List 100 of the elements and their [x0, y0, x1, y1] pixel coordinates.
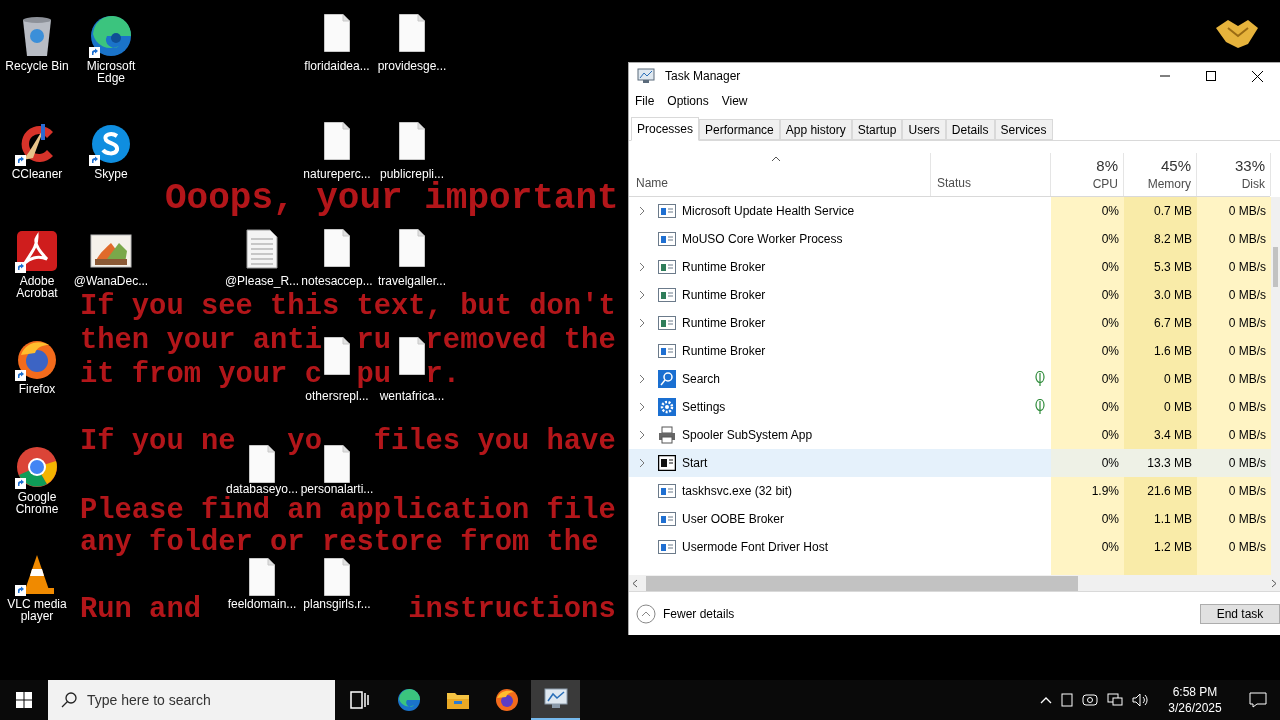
window-icon [658, 511, 676, 527]
wallpaper-text: removed the [425, 326, 616, 356]
column-header[interactable]: Disk [1241, 176, 1265, 192]
table-cell: 0 MB/s [1197, 477, 1271, 505]
chevron-right-icon[interactable] [639, 430, 645, 440]
table-cell: 6.7 MB [1124, 309, 1197, 337]
chevron-right-icon[interactable] [639, 290, 645, 300]
table-cell: 0 MB/s [1197, 365, 1271, 393]
icon-label[interactable]: publicrepli... [380, 168, 444, 180]
tablet-icon[interactable] [1061, 693, 1073, 707]
sort-up-icon[interactable] [771, 156, 781, 162]
scrollbar-thumb[interactable] [646, 575, 1078, 591]
icon-label[interactable]: Skype [94, 168, 128, 180]
icon-label[interactable]: Recycle Bin [5, 60, 69, 72]
table-cell: 0% [1051, 393, 1124, 421]
network-icon[interactable] [1107, 693, 1123, 707]
menu-item[interactable]: Options [667, 92, 709, 110]
icon-label[interactable]: floridaidea... [304, 60, 370, 72]
tab[interactable]: Services [994, 119, 1053, 140]
menu-item[interactable]: View [721, 92, 748, 110]
icon-label[interactable]: Firefox [18, 383, 56, 395]
chevron-right-icon[interactable] [639, 458, 645, 468]
icon-label[interactable]: CCleaner [11, 168, 63, 180]
process-name: Runtime Broker [682, 259, 766, 276]
table-cell: 13.3 MB [1124, 449, 1197, 477]
search-field[interactable]: Type here to search [48, 680, 335, 720]
task-view-icon [349, 691, 370, 709]
vertical-scrollbar[interactable] [1271, 197, 1280, 575]
column-header[interactable]: Status [937, 174, 972, 192]
window-icon [658, 483, 676, 499]
icon-label[interactable]: @WanaDec... [73, 275, 149, 287]
chevron-right-icon[interactable] [639, 402, 645, 412]
clock-date[interactable]: 3/26/2025 [1168, 700, 1222, 716]
folder-icon [445, 690, 470, 710]
icon-label[interactable]: natureperc... [303, 168, 371, 180]
tab[interactable]: Startup [851, 119, 903, 140]
table-cell: 0 MB [1124, 393, 1197, 421]
icon-label[interactable]: notesaccep... [301, 275, 373, 287]
process-name: Runtime Broker [682, 287, 766, 304]
close-icon [1251, 70, 1263, 82]
icon-label[interactable]: plansgirls.r... [303, 598, 371, 610]
chevron-right-icon[interactable] [639, 262, 645, 272]
icon-label[interactable]: feeldomain... [227, 598, 297, 610]
scrollbar-thumb[interactable] [1273, 247, 1278, 287]
icon-label[interactable]: wentafrica... [379, 390, 445, 402]
scroll-left-icon[interactable] [632, 578, 638, 588]
table-cell: 0% [1051, 421, 1124, 449]
table-cell: 0% [1051, 533, 1124, 561]
table-cell: 0 MB/s [1197, 393, 1271, 421]
table-cell: 0% [1051, 449, 1124, 477]
icon-label[interactable]: personalarti... [300, 483, 374, 495]
column-header[interactable]: CPU [1092, 176, 1118, 192]
horizontal-scrollbar[interactable] [629, 575, 1280, 592]
tab[interactable]: Details [945, 119, 995, 140]
table-cell: 3.0 MB [1124, 281, 1197, 309]
column-header[interactable]: Memory [1147, 176, 1191, 192]
icon-label[interactable]: databaseyo... [225, 483, 299, 495]
end-task-button[interactable]: End task [1200, 603, 1280, 624]
icon-label[interactable]: Google Chrome [0, 491, 75, 515]
tab[interactable]: Users [902, 119, 946, 140]
wallpaper-text: Please find an application file [80, 496, 616, 526]
chevron-up-icon[interactable] [1040, 696, 1052, 704]
clock-time[interactable]: 6:58 PM [1172, 684, 1218, 700]
table-cell: 0% [1051, 197, 1124, 225]
chevron-up-circle-icon[interactable] [636, 603, 656, 624]
tab[interactable]: Performance [699, 119, 780, 140]
process-name: Usermode Font Driver Host [682, 539, 829, 556]
speaker-icon[interactable] [1132, 693, 1150, 707]
menu-item[interactable]: File [635, 92, 655, 110]
camera-icon[interactable] [1082, 693, 1098, 707]
column-header[interactable]: Name [636, 174, 668, 192]
icon-label[interactable]: travelgaller... [377, 275, 446, 287]
icon-label[interactable]: othersrepl... [305, 390, 369, 402]
icon-label[interactable]: providesge... [377, 60, 447, 72]
icon-label[interactable]: VLC media player [0, 598, 75, 622]
table-cell: 0 MB [1124, 365, 1197, 393]
tab[interactable]: Processes [631, 117, 700, 141]
icon-label[interactable]: Adobe Acrobat [0, 275, 75, 299]
table-cell: 8.2 MB [1124, 225, 1197, 253]
wallpaper-text: yo [287, 427, 322, 457]
wallpaper-text: it from your c [80, 360, 322, 390]
window-icon [658, 315, 676, 331]
process-row[interactable]: Start 0% 13.3 MB 0 MB/s [629, 449, 1271, 477]
table-cell: 0% [1051, 505, 1124, 533]
taskbar-app-button[interactable] [531, 680, 580, 720]
icon-label[interactable]: Microsoft Edge [73, 60, 149, 84]
fewer-details-link[interactable]: Fewer details [663, 604, 735, 623]
settings-icon [658, 398, 676, 416]
chevron-right-icon[interactable] [639, 206, 645, 216]
tab[interactable]: App history [779, 119, 852, 140]
chevron-right-icon[interactable] [639, 374, 645, 384]
wallpaper-text: Run and [80, 595, 201, 625]
scroll-right-icon[interactable] [1271, 578, 1277, 588]
window-icon [658, 259, 676, 275]
icon-label[interactable]: @Please_R... [224, 275, 300, 287]
process-name: taskhsvc.exe (32 bit) [682, 483, 793, 500]
chevron-right-icon[interactable] [639, 318, 645, 328]
window-icon [658, 455, 676, 471]
table-cell: 0 MB/s [1197, 505, 1271, 533]
table-cell: 5.3 MB [1124, 253, 1197, 281]
